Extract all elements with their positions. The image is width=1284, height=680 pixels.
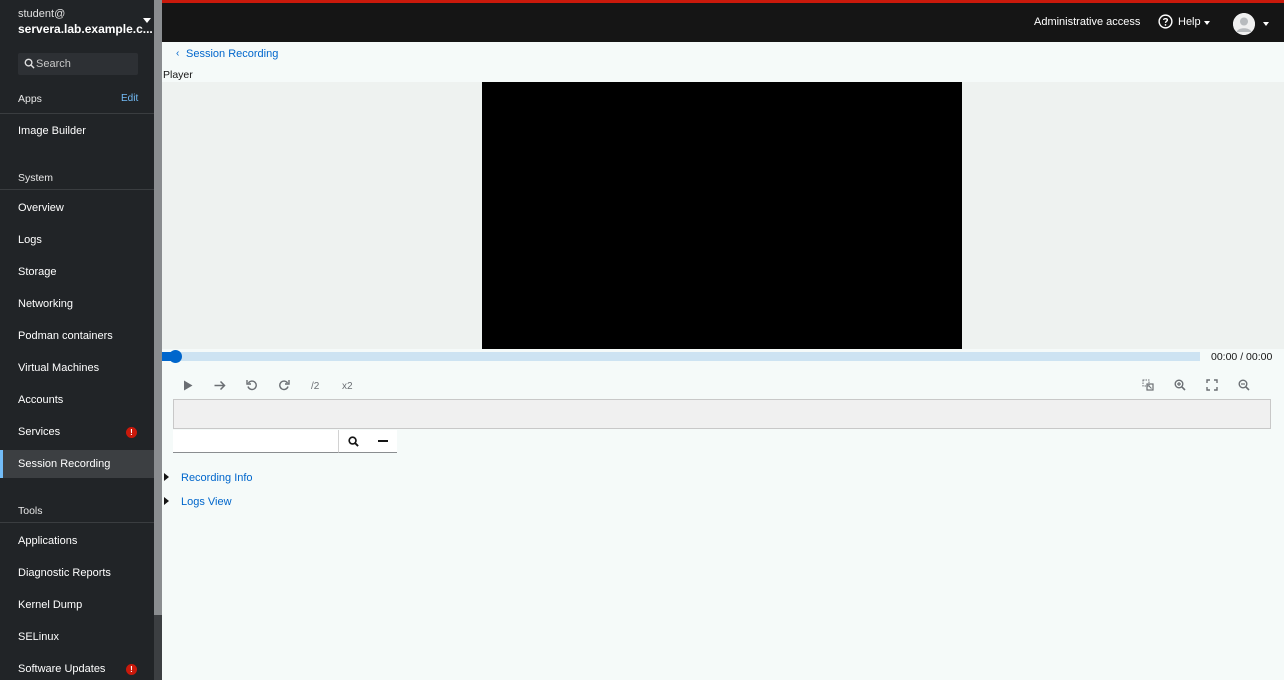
- nav-item-virtual-machines[interactable]: Virtual Machines: [0, 354, 154, 382]
- nav-item-accounts[interactable]: Accounts: [0, 386, 154, 414]
- alert-icon: !: [126, 664, 137, 675]
- nav-item-image-builder[interactable]: Image Builder: [0, 117, 154, 145]
- nav-item-label: Kernel Dump: [18, 599, 83, 611]
- chevron-left-icon: ‹: [176, 48, 180, 59]
- tools-header: Tools: [18, 505, 43, 517]
- nav-item-selinux[interactable]: SELinux: [0, 623, 154, 651]
- edit-apps-link[interactable]: Edit: [121, 93, 138, 104]
- nav-item-label: Session Recording: [18, 458, 111, 470]
- minus-icon: [377, 440, 388, 442]
- host-name: servera.lab.example.c...: [18, 22, 153, 36]
- nav-item-software-updates[interactable]: Software Updates !: [0, 655, 154, 680]
- zoom-in-icon: [1174, 379, 1186, 391]
- arrow-right-icon: [214, 380, 226, 390]
- help-icon: [1158, 14, 1173, 29]
- terminal-screen[interactable]: [482, 82, 962, 349]
- sidebar-scrollbar[interactable]: [154, 0, 162, 680]
- user-avatar[interactable]: [1233, 13, 1255, 35]
- play-icon: [184, 380, 193, 390]
- sidebar-search-input[interactable]: [36, 53, 136, 75]
- nav-item-label: Virtual Machines: [18, 362, 100, 374]
- zoom-out-icon: [1238, 379, 1250, 391]
- speed-half-button[interactable]: /2: [311, 381, 319, 392]
- divider: [0, 113, 154, 114]
- redo-icon: [279, 380, 290, 391]
- search-icon: [348, 435, 359, 447]
- search-icon: [24, 58, 35, 69]
- nav-item-networking[interactable]: Networking: [0, 290, 154, 318]
- nav-item-label: Storage: [18, 266, 57, 278]
- sidebar: student@ servera.lab.example.c... Apps E…: [0, 0, 154, 680]
- nav-item-label: Applications: [18, 535, 78, 547]
- system-header: System: [18, 172, 54, 184]
- nav-item-label: Podman containers: [18, 330, 113, 342]
- nav-item-logs[interactable]: Logs: [0, 226, 154, 254]
- caret-down-icon: [143, 18, 151, 23]
- avatar-icon: [1233, 13, 1255, 35]
- top-bar: Administrative access Help: [162, 0, 1284, 42]
- nav-item-diagnostic-reports[interactable]: Diagnostic Reports: [0, 559, 154, 587]
- progress-slider[interactable]: [162, 350, 1200, 363]
- clear-search-button[interactable]: [368, 430, 397, 453]
- nav-item-label: Logs: [18, 234, 42, 246]
- skip-frame-button[interactable]: [210, 377, 230, 393]
- nav-item-label: Diagnostic Reports: [18, 567, 111, 579]
- expander-label: Recording Info: [181, 472, 253, 484]
- undo-icon: [246, 380, 257, 391]
- nav-item-label: Accounts: [18, 394, 64, 406]
- nav-item-label: SELinux: [18, 631, 59, 643]
- administrative-access-button[interactable]: Administrative access: [1034, 16, 1140, 28]
- breadcrumb-label: Session Recording: [186, 48, 279, 60]
- nav-item-applications[interactable]: Applications: [0, 527, 154, 555]
- nav-item-label: Services: [18, 426, 61, 438]
- caret-right-icon: [164, 473, 169, 481]
- nav-item-kernel-dump[interactable]: Kernel Dump: [0, 591, 154, 619]
- search-button[interactable]: [338, 430, 368, 453]
- zoom-out-button[interactable]: [1234, 377, 1254, 393]
- nav-item-label: Networking: [18, 298, 74, 310]
- expand-icon: [1142, 379, 1154, 391]
- expander-label: Logs View: [181, 496, 232, 508]
- zoom-in-button[interactable]: [1170, 377, 1190, 393]
- player-label: Player: [163, 69, 193, 81]
- restart-button[interactable]: [242, 377, 262, 393]
- main-content: ‹ Session Recording Player 00:00 / 00:00…: [162, 42, 1284, 680]
- caret-down-icon: [1204, 21, 1210, 25]
- nav-item-label: Overview: [18, 202, 64, 214]
- play-button[interactable]: [178, 377, 198, 393]
- host-switcher[interactable]: student@ servera.lab.example.c...: [0, 0, 154, 46]
- divider: [0, 522, 154, 523]
- terminal-input-area[interactable]: [173, 399, 1271, 429]
- speed-double-button[interactable]: x2: [342, 381, 353, 392]
- progress-handle[interactable]: [169, 350, 182, 363]
- nav-item-label: Image Builder: [18, 125, 86, 137]
- player-area: [162, 82, 1284, 349]
- alert-icon: !: [126, 427, 137, 438]
- host-user: student@: [18, 8, 66, 20]
- restore-zoom-button[interactable]: [1138, 377, 1158, 393]
- sidebar-search: [18, 53, 138, 75]
- time-readout: 00:00 / 00:00: [1211, 351, 1273, 363]
- scrollbar-thumb[interactable]: [154, 0, 162, 615]
- help-label: Help: [1178, 16, 1201, 28]
- fullscreen-icon: [1206, 379, 1218, 391]
- apps-header: Apps: [18, 93, 42, 105]
- divider: [0, 189, 154, 190]
- caret-down-icon[interactable]: [1263, 22, 1269, 26]
- nav-item-overview[interactable]: Overview: [0, 194, 154, 222]
- nav-item-label: Software Updates: [18, 663, 106, 675]
- nav-item-podman-containers[interactable]: Podman containers: [0, 322, 154, 350]
- nav-item-session-recording[interactable]: Session Recording: [0, 450, 154, 478]
- fast-forward-button[interactable]: [274, 377, 294, 393]
- caret-right-icon: [164, 497, 169, 505]
- fit-to-screen-button[interactable]: [1202, 377, 1222, 393]
- nav-item-services[interactable]: Services !: [0, 418, 154, 446]
- nav-item-storage[interactable]: Storage: [0, 258, 154, 286]
